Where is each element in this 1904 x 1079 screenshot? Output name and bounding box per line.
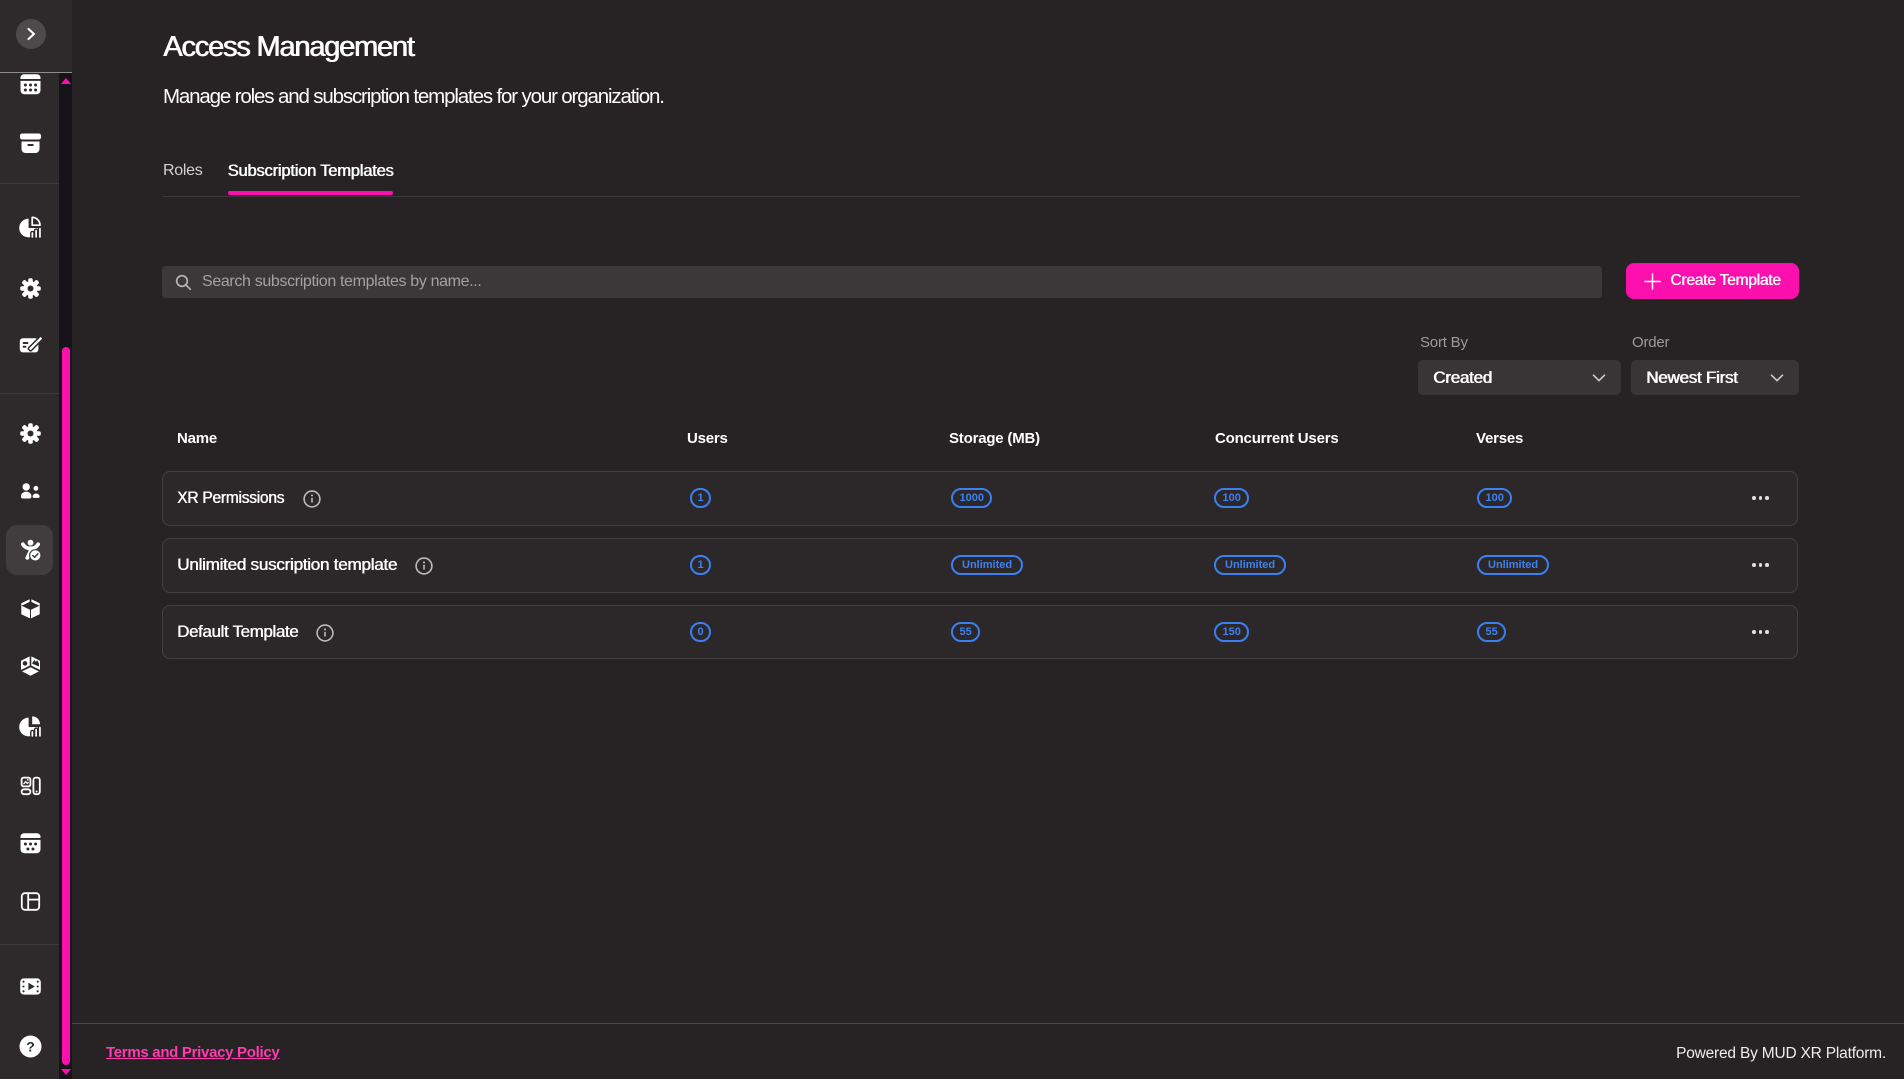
svg-text:?: ? <box>26 1038 35 1054</box>
